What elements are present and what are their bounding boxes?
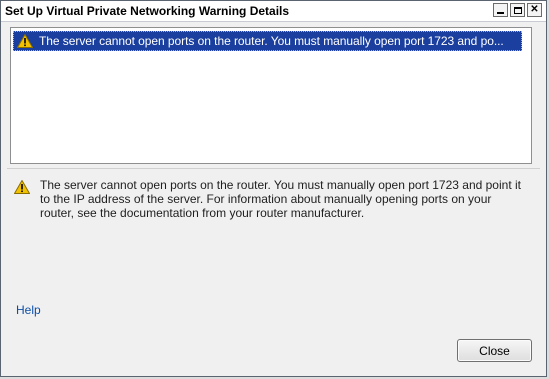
divider xyxy=(7,168,540,169)
list-item-text: The server cannot open ports on the rout… xyxy=(39,34,504,48)
minimize-icon xyxy=(497,12,504,14)
minimize-button[interactable] xyxy=(493,3,508,17)
maximize-button[interactable] xyxy=(510,3,525,17)
list-item[interactable]: The server cannot open ports on the rout… xyxy=(13,31,522,51)
dialog-window: Set Up Virtual Private Networking Warnin… xyxy=(0,0,547,377)
close-window-button[interactable]: ✕ xyxy=(527,3,542,17)
warning-detail-text: The server cannot open ports on the rout… xyxy=(40,178,521,220)
window-title: Set Up Virtual Private Networking Warnin… xyxy=(5,4,290,18)
maximize-icon xyxy=(513,6,522,14)
close-icon: ✕ xyxy=(530,4,539,15)
warning-icon xyxy=(17,34,33,48)
warnings-list[interactable]: The server cannot open ports on the rout… xyxy=(10,27,532,164)
help-link[interactable]: Help xyxy=(16,303,41,317)
window-controls: ✕ xyxy=(493,3,542,17)
warning-icon xyxy=(14,180,30,194)
close-button[interactable]: Close xyxy=(457,339,532,362)
title-bar[interactable]: Set Up Virtual Private Networking Warnin… xyxy=(1,1,546,22)
